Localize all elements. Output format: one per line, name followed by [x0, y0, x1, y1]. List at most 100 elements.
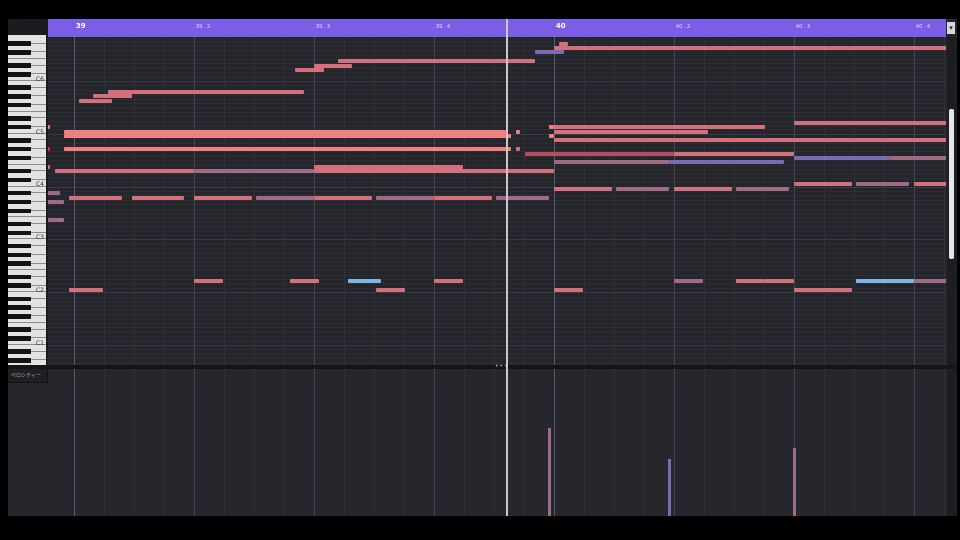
velocity-bar[interactable] — [668, 458, 672, 516]
piano-black-key[interactable] — [8, 177, 31, 183]
chevron-down-icon[interactable]: ▾ — [947, 22, 955, 34]
piano-black-key[interactable] — [8, 125, 31, 130]
midi-note[interactable] — [433, 279, 463, 284]
midi-note[interactable] — [793, 156, 890, 160]
piano-black-key[interactable] — [8, 243, 31, 249]
midi-note[interactable] — [669, 160, 785, 165]
piano-black-key[interactable] — [8, 336, 31, 341]
velocity-bar[interactable] — [792, 448, 796, 516]
midi-note[interactable] — [107, 90, 305, 94]
midi-note[interactable] — [347, 279, 382, 284]
velocity-bar[interactable] — [548, 427, 552, 516]
midi-note[interactable] — [525, 151, 674, 156]
midi-note[interactable] — [673, 279, 703, 284]
piano-black-key[interactable] — [8, 349, 31, 354]
midi-note[interactable] — [793, 182, 852, 187]
piano-black-key[interactable] — [8, 155, 31, 161]
midi-note[interactable] — [553, 160, 670, 165]
piano-black-key[interactable] — [8, 261, 31, 266]
piano-black-key[interactable] — [8, 208, 31, 213]
midi-note[interactable] — [69, 195, 122, 200]
piano-black-key[interactable] — [8, 283, 31, 288]
midi-note[interactable] — [313, 63, 353, 68]
midi-note[interactable] — [48, 164, 50, 169]
velocity-lane-label[interactable]: ベロシティー — [8, 369, 48, 383]
piano-black-key[interactable] — [8, 230, 31, 235]
midi-note[interactable] — [568, 46, 946, 50]
midi-note[interactable] — [48, 191, 60, 196]
midi-note[interactable] — [913, 279, 946, 284]
midi-note[interactable] — [93, 94, 132, 99]
midi-note[interactable] — [789, 138, 946, 143]
piano-keyboard[interactable]: C6 C5 C4 C3 C2 C1 — [8, 34, 48, 370]
midi-note[interactable] — [856, 279, 914, 284]
piano-black-key[interactable] — [8, 358, 31, 363]
piano-black-key[interactable] — [8, 296, 31, 301]
midi-note[interactable] — [313, 169, 554, 174]
midi-note[interactable] — [515, 147, 521, 152]
midi-note[interactable] — [69, 288, 103, 292]
midi-note[interactable] — [553, 288, 583, 292]
piano-black-key[interactable] — [8, 116, 31, 121]
midi-note[interactable] — [48, 200, 65, 204]
midi-note[interactable] — [193, 195, 252, 200]
piano-black-key[interactable] — [8, 103, 31, 108]
piano-black-key[interactable] — [8, 305, 31, 310]
midi-note[interactable] — [673, 186, 732, 191]
piano-black-key[interactable] — [8, 169, 31, 174]
piano-black-key[interactable] — [8, 274, 31, 279]
midi-note[interactable] — [376, 195, 434, 200]
midi-note[interactable] — [553, 186, 612, 191]
midi-note[interactable] — [48, 125, 50, 130]
midi-note[interactable] — [256, 195, 314, 200]
midi-note[interactable] — [856, 182, 910, 187]
midi-note[interactable] — [64, 129, 506, 134]
midi-note[interactable] — [553, 138, 794, 143]
piano-black-key[interactable] — [8, 41, 31, 46]
midi-note[interactable] — [48, 147, 50, 152]
velocity-lane[interactable] — [48, 369, 946, 516]
midi-note[interactable] — [78, 98, 113, 103]
piano-black-key[interactable] — [8, 50, 31, 55]
midi-note[interactable] — [793, 288, 852, 292]
midi-note[interactable] — [765, 279, 794, 284]
midi-note[interactable] — [193, 169, 314, 174]
midi-note[interactable] — [131, 195, 185, 200]
playhead[interactable] — [505, 19, 508, 516]
piano-black-key[interactable] — [8, 94, 31, 99]
midi-note[interactable] — [64, 147, 511, 152]
midi-note[interactable] — [553, 46, 569, 50]
midi-note[interactable] — [549, 134, 554, 138]
piano-black-key[interactable] — [8, 199, 31, 205]
piano-black-key[interactable] — [8, 252, 31, 257]
scrollbar-thumb[interactable] — [949, 109, 954, 259]
vertical-scrollbar[interactable] — [947, 37, 957, 365]
midi-note[interactable] — [515, 129, 521, 134]
midi-note[interactable] — [48, 217, 65, 222]
piano-black-key[interactable] — [8, 314, 31, 319]
velocity-scrollbar[interactable] — [947, 369, 957, 516]
piano-black-key[interactable] — [8, 138, 31, 143]
piano-black-key[interactable] — [8, 85, 31, 90]
midi-note[interactable] — [313, 195, 372, 200]
midi-note[interactable] — [433, 195, 492, 200]
midi-note[interactable] — [193, 279, 223, 284]
piano-black-key[interactable] — [8, 191, 31, 196]
midi-note[interactable] — [736, 279, 766, 284]
midi-note[interactable] — [558, 41, 569, 46]
piano-black-key[interactable] — [8, 221, 31, 227]
midi-note[interactable] — [294, 68, 324, 72]
midi-note[interactable] — [534, 50, 564, 55]
timeline-ruler[interactable]: 39 40 39 . 2 39 . 3 39 . 4 40 . 2 40 . 3 40 . 4 — [48, 19, 946, 37]
note-grid[interactable] — [48, 37, 946, 365]
midi-note[interactable] — [54, 169, 194, 174]
midi-note[interactable] — [889, 156, 946, 160]
midi-note[interactable] — [553, 129, 708, 134]
piano-black-key[interactable] — [8, 327, 31, 332]
midi-note[interactable] — [64, 134, 511, 138]
midi-note[interactable] — [496, 195, 550, 200]
midi-note[interactable] — [313, 164, 463, 169]
midi-note[interactable] — [553, 125, 766, 130]
piano-black-key[interactable] — [8, 147, 31, 152]
midi-note[interactable] — [673, 151, 794, 156]
